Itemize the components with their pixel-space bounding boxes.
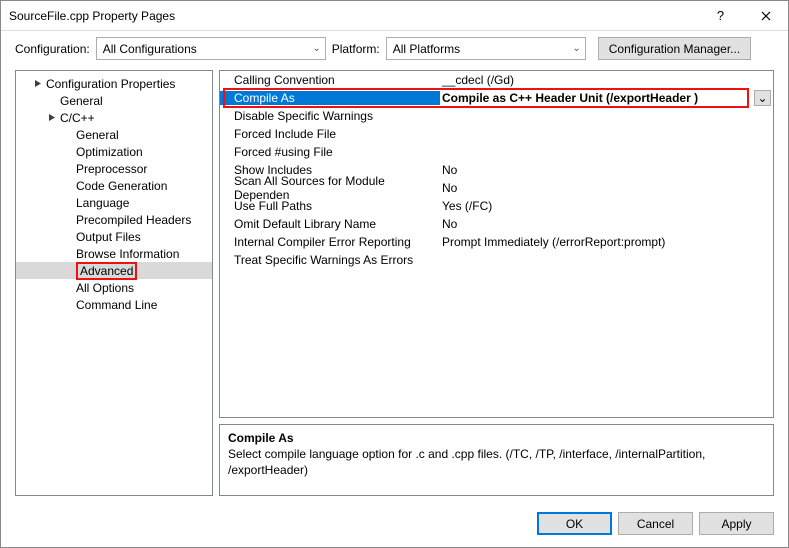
ok-button[interactable]: OK (537, 512, 612, 535)
property-row[interactable]: Calling Convention __cdecl (/Gd) (220, 71, 773, 89)
window-title: SourceFile.cpp Property Pages (9, 9, 698, 23)
property-value[interactable]: No (440, 181, 773, 195)
navigation-tree[interactable]: Configuration Properties General C/C++ G… (15, 70, 213, 496)
tree-label: General (60, 94, 103, 108)
tree-label: Configuration Properties (46, 77, 175, 91)
tree-label: General (76, 128, 119, 142)
titlebar: SourceFile.cpp Property Pages ? (1, 1, 788, 31)
tree-item-ccpp[interactable]: C/C++ (16, 109, 212, 126)
property-row[interactable]: Forced Include File (220, 125, 773, 143)
help-button[interactable]: ? (698, 1, 743, 31)
expander-open-icon (46, 112, 58, 124)
tree-item-all-options[interactable]: All Options (16, 279, 212, 296)
configuration-value: All Configurations (103, 42, 197, 56)
property-pages-dialog: SourceFile.cpp Property Pages ? Configur… (0, 0, 789, 548)
property-value[interactable]: Prompt Immediately (/errorReport:prompt) (440, 235, 773, 249)
tree-label: Command Line (76, 298, 157, 312)
tree-label: Output Files (76, 230, 141, 244)
description-text: Select compile language option for .c an… (228, 447, 765, 478)
tree-item-optimization[interactable]: Optimization (16, 143, 212, 160)
property-value[interactable]: Yes (/FC) (440, 199, 773, 213)
property-name: Use Full Paths (220, 199, 440, 213)
dropdown-button[interactable]: ⌄ (754, 90, 771, 106)
tree-item-configuration-properties[interactable]: Configuration Properties (16, 75, 212, 92)
property-row[interactable]: Internal Compiler Error Reporting Prompt… (220, 233, 773, 251)
tree-item-general[interactable]: General (16, 92, 212, 109)
property-row[interactable]: Disable Specific Warnings (220, 107, 773, 125)
tree-item-language[interactable]: Language (16, 194, 212, 211)
tree-label: Language (76, 196, 129, 210)
tree-label: Precompiled Headers (76, 213, 191, 227)
tree-item-precompiled-headers[interactable]: Precompiled Headers (16, 211, 212, 228)
platform-value: All Platforms (393, 42, 460, 56)
chevron-down-icon: ⌄ (572, 43, 580, 54)
property-value[interactable]: No (440, 163, 773, 177)
tree-item-command-line[interactable]: Command Line (16, 296, 212, 313)
tree-label: All Options (76, 281, 134, 295)
dialog-footer: OK Cancel Apply (1, 504, 788, 547)
property-name: Disable Specific Warnings (220, 109, 440, 123)
tree-label: C/C++ (60, 111, 95, 125)
tree-label: Code Generation (76, 179, 167, 193)
property-name: Scan All Sources for Module Dependen (220, 174, 440, 202)
platform-dropdown[interactable]: All Platforms ⌄ (386, 37, 586, 60)
property-name: Compile As (220, 91, 440, 105)
property-name: Forced Include File (220, 127, 440, 141)
property-name: Omit Default Library Name (220, 217, 440, 231)
tree-item-advanced[interactable]: Advanced (16, 262, 212, 279)
property-row[interactable]: Forced #using File (220, 143, 773, 161)
tree-item-browse-information[interactable]: Browse Information (16, 245, 212, 262)
close-button[interactable] (743, 1, 788, 31)
property-row[interactable]: Omit Default Library Name No (220, 215, 773, 233)
property-value[interactable]: No (440, 217, 773, 231)
property-name: Internal Compiler Error Reporting (220, 235, 440, 249)
right-panel: Calling Convention __cdecl (/Gd) Compile… (219, 70, 774, 496)
tree-item-output-files[interactable]: Output Files (16, 228, 212, 245)
property-name: Treat Specific Warnings As Errors (220, 253, 440, 267)
property-row-compile-as[interactable]: Compile As Compile as C++ Header Unit (/… (220, 89, 773, 107)
description-panel: Compile As Select compile language optio… (219, 424, 774, 496)
close-icon (761, 11, 771, 21)
property-grid[interactable]: Calling Convention __cdecl (/Gd) Compile… (219, 70, 774, 418)
property-name: Calling Convention (220, 73, 440, 87)
tree-label: Optimization (76, 145, 143, 159)
property-row[interactable]: Scan All Sources for Module Dependen No (220, 179, 773, 197)
configuration-bar: Configuration: All Configurations ⌄ Plat… (1, 31, 788, 70)
tree-label: Preprocessor (76, 162, 147, 176)
expander-open-icon (32, 78, 44, 90)
chevron-down-icon: ⌄ (312, 43, 320, 54)
property-row[interactable]: Use Full Paths Yes (/FC) (220, 197, 773, 215)
platform-label: Platform: (332, 42, 380, 56)
dialog-body: Configuration Properties General C/C++ G… (1, 70, 788, 504)
tree-item-code-generation[interactable]: Code Generation (16, 177, 212, 194)
description-title: Compile As (228, 431, 765, 445)
property-name: Forced #using File (220, 145, 440, 159)
property-row[interactable]: Treat Specific Warnings As Errors (220, 251, 773, 269)
property-value[interactable]: __cdecl (/Gd) (440, 73, 773, 87)
apply-button[interactable]: Apply (699, 512, 774, 535)
tree-item-preprocessor[interactable]: Preprocessor (16, 160, 212, 177)
tree-label: Advanced (76, 262, 137, 280)
cancel-button[interactable]: Cancel (618, 512, 693, 535)
property-value[interactable]: Compile as C++ Header Unit (/exportHeade… (440, 91, 773, 105)
configuration-manager-button[interactable]: Configuration Manager... (598, 37, 751, 60)
chevron-down-icon: ⌄ (757, 91, 767, 105)
tree-label: Browse Information (76, 247, 179, 261)
configuration-label: Configuration: (15, 42, 90, 56)
configuration-dropdown[interactable]: All Configurations ⌄ (96, 37, 326, 60)
tree-item-ccpp-general[interactable]: General (16, 126, 212, 143)
